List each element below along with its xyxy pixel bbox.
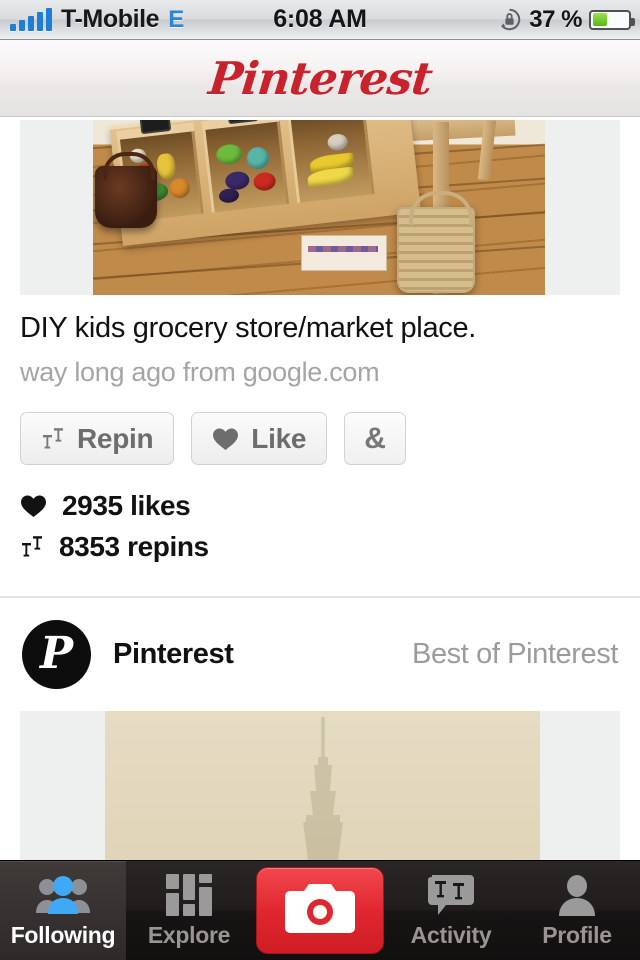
avatar-letter: P <box>39 627 74 679</box>
board-header: P Pinterest Best of Pinterest <box>0 598 640 690</box>
battery-icon <box>589 9 635 30</box>
tab-activity-label: Activity <box>410 922 492 948</box>
tab-profile[interactable]: Profile <box>514 861 640 960</box>
share-label: & <box>364 421 386 455</box>
repins-count-label: 8353 repins <box>59 530 209 562</box>
pin-meta: DIY kids grocery store/market place. way… <box>0 295 640 388</box>
tab-bar: Following Explore Activity Profile <box>0 860 640 960</box>
status-bar-right: 37 % <box>497 6 640 34</box>
camera-button[interactable] <box>256 867 384 954</box>
speech-bubble-pins-icon <box>428 872 474 918</box>
tab-explore-label: Explore <box>147 922 231 948</box>
pin-stats: 2935 likes 8353 repins <box>0 465 640 567</box>
pinterest-logo[interactable]: Pinterest <box>206 52 434 105</box>
status-bar: T-Mobile E 6:08 AM 37 % <box>0 0 640 40</box>
repins-stat: 8353 repins <box>20 526 620 567</box>
tab-profile-label: Profile <box>542 922 612 948</box>
person-icon <box>557 872 597 918</box>
rotation-lock-icon <box>497 7 522 32</box>
network-mode-label: E <box>168 5 185 33</box>
camera-icon <box>285 881 355 940</box>
grid-icon <box>166 872 212 918</box>
pin-source[interactable]: way long ago from google.com <box>20 357 620 388</box>
tab-activity[interactable]: Activity <box>388 861 514 960</box>
pin-photo-market-stand <box>93 120 545 295</box>
pin-title[interactable]: DIY kids grocery store/market place. <box>20 311 620 345</box>
heart-icon <box>20 494 47 518</box>
pushpin-icon <box>41 426 65 452</box>
tab-following-label: Following <box>10 922 116 948</box>
board-name[interactable]: Best of Pinterest <box>412 638 618 671</box>
repin-label: Repin <box>77 422 154 454</box>
people-icon <box>34 872 92 918</box>
avatar[interactable]: P <box>22 620 91 690</box>
tab-following[interactable]: Following <box>0 861 126 960</box>
carrier-label: T-Mobile <box>61 5 160 33</box>
battery-percent-label: 37 % <box>529 5 582 33</box>
pinterest-mobile-app: T-Mobile E 6:08 AM 37 % Pinterest DIY ki… <box>0 0 640 960</box>
signal-strength-icon <box>10 7 52 31</box>
status-bar-left: T-Mobile E <box>0 5 184 34</box>
repin-button[interactable]: Repin <box>20 412 175 466</box>
pin-action-bar: Repin Like & <box>0 388 640 466</box>
like-button[interactable]: Like <box>191 412 328 466</box>
likes-stat: 2935 likes <box>20 485 620 526</box>
pin-image[interactable] <box>20 120 620 295</box>
board-username[interactable]: Pinterest <box>113 638 234 671</box>
like-label: Like <box>251 422 307 454</box>
tab-explore[interactable]: Explore <box>126 861 252 960</box>
pin-feed-scroll[interactable]: DIY kids grocery store/market place. way… <box>0 118 640 960</box>
pushpin-icon <box>20 534 44 560</box>
heart-icon <box>212 427 239 451</box>
app-header: Pinterest <box>0 40 640 117</box>
share-button[interactable]: & <box>344 412 407 466</box>
likes-count-label: 2935 likes <box>62 489 191 521</box>
